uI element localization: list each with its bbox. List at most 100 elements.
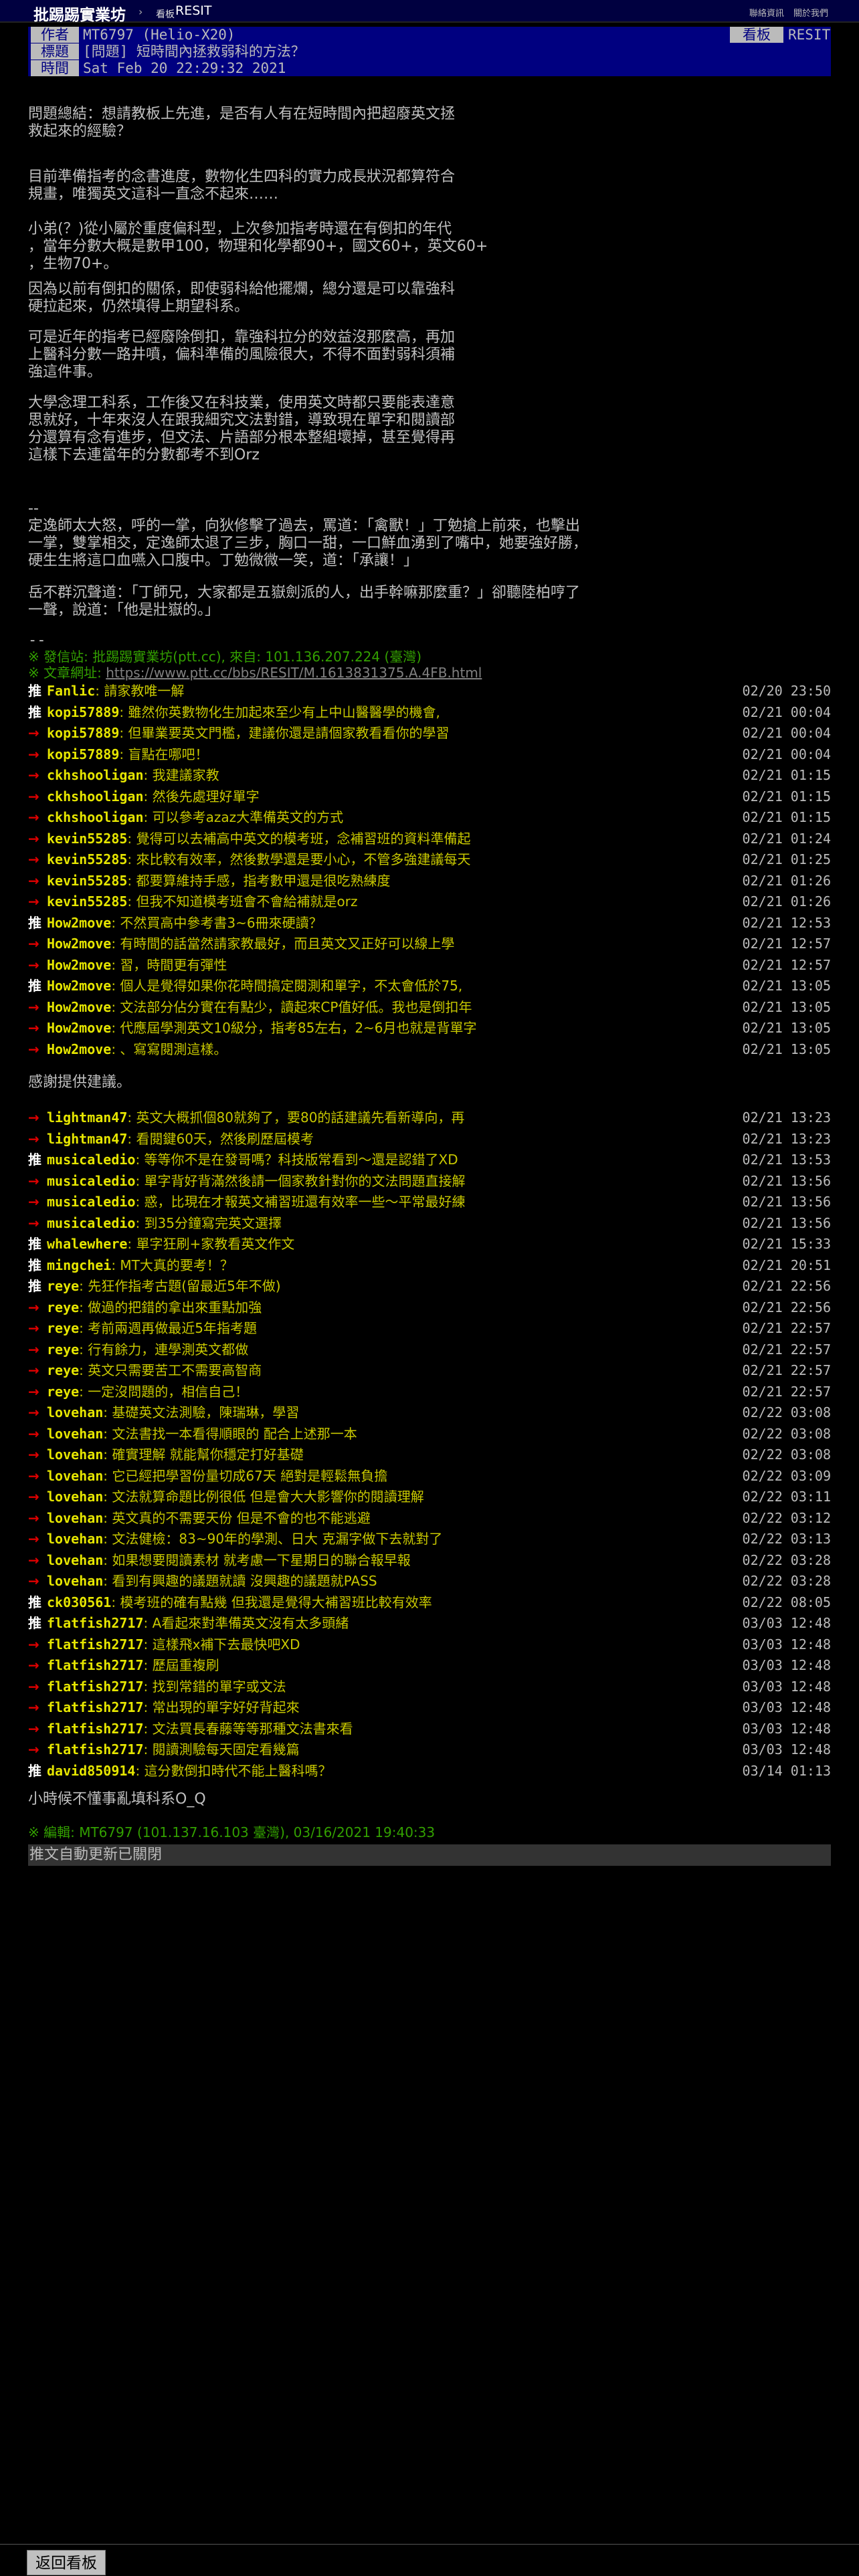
push-content: : 一定沒問題的，相信自己！ xyxy=(79,1383,249,1400)
push-ipdatetime: 02/21 13:05 xyxy=(742,1041,831,1057)
push-content: : 找到常錯的單字或文法 xyxy=(143,1678,286,1695)
push-userid[interactable]: kevin55285 xyxy=(47,851,127,867)
push-row: → lovehan: 它已經把學習份量切成67天 絕對是輕鬆無負擔 02/22 03… xyxy=(28,1466,831,1487)
push-userid[interactable]: reye xyxy=(47,1384,79,1400)
push-content: : 雖然你英數物化生加起來至少有上中山醫醫學的機會, xyxy=(119,704,440,720)
push-userid[interactable]: reye xyxy=(47,1341,79,1358)
body-paragraph-6: 大學念理工科系，工作後又在科技業，使用英文時都只要能表達意 思就好，十年來沒人在… xyxy=(28,395,456,463)
push-userid[interactable]: reye xyxy=(47,1278,79,1294)
push-userid[interactable]: How2move xyxy=(47,1020,111,1036)
push-userid[interactable]: lovehan xyxy=(47,1404,103,1420)
push-userid[interactable]: How2move xyxy=(47,957,111,973)
board-value: RESIT xyxy=(788,27,831,43)
push-content: : 行有餘力，連學測英文都做 xyxy=(79,1341,249,1358)
push-userid[interactable]: flatfish2717 xyxy=(47,1679,144,1695)
push-tag-arrow: → xyxy=(28,956,39,973)
contact-link[interactable]: 聯絡資訊 xyxy=(749,9,784,19)
push-list-2: → lightman47: 英文大概抓個80就夠了，要80的話建議先看新導向，再 0… xyxy=(28,1107,831,1782)
push-userid[interactable]: lovehan xyxy=(47,1510,103,1526)
push-userid[interactable]: ckhshooligan xyxy=(47,767,144,783)
push-row: → lovehan: 如果想要閱讀素材 就考慮一下星期日的聯合報早報 02/22 0… xyxy=(28,1550,831,1572)
push-tag-arrow: → xyxy=(28,1636,39,1652)
push-userid[interactable]: ckhshooligan xyxy=(47,809,144,825)
back-to-board-button[interactable]: 返回看板 xyxy=(27,2550,106,2575)
push-content: : 單字狂刷+家教看英文作文 xyxy=(127,1236,295,1252)
push-userid[interactable]: reye xyxy=(47,1299,79,1315)
push-userid[interactable]: Fanlic xyxy=(47,683,95,699)
push-content: : 常出現的單字好好背起來 xyxy=(143,1699,300,1715)
push-userid[interactable]: flatfish2717 xyxy=(47,1657,144,1673)
push-ipdatetime: 02/21 01:15 xyxy=(742,788,831,804)
push-ipdatetime: 02/21 15:33 xyxy=(742,1236,831,1252)
push-ipdatetime: 03/14 01:13 xyxy=(742,1762,831,1779)
push-userid[interactable]: How2move xyxy=(47,999,111,1015)
push-row: 推 ck030561: 模考班的確有點幾 但我還是覺得大補習班比較有效率 02/22… xyxy=(28,1592,831,1614)
push-ipdatetime: 02/22 03:13 xyxy=(742,1531,831,1547)
push-userid[interactable]: kopi57889 xyxy=(47,725,119,741)
push-content: : 我建議家教 xyxy=(143,767,219,783)
push-content: : 確實理解 就能幫你穩定打好基礎 xyxy=(103,1446,304,1463)
push-userid[interactable]: lovehan xyxy=(47,1489,103,1505)
push-userid[interactable]: musicaledio xyxy=(47,1215,135,1231)
push-userid[interactable]: david850914 xyxy=(47,1763,135,1779)
push-userid[interactable]: musicaledio xyxy=(47,1194,135,1210)
push-row: → kevin55285: 來比較有效率，然後數學還是要小心，不管多強建議每天 02… xyxy=(28,849,831,871)
push-userid[interactable]: lightman47 xyxy=(47,1131,127,1147)
push-userid[interactable]: flatfish2717 xyxy=(47,1615,144,1631)
push-userid[interactable]: mingchei xyxy=(47,1257,111,1273)
title-label: 標題 xyxy=(31,43,79,60)
push-userid[interactable]: lovehan xyxy=(47,1531,103,1547)
push-ipdatetime: 02/21 13:56 xyxy=(742,1172,831,1189)
push-content: : 但我不知道模考班會不會給補就是orz xyxy=(127,893,358,909)
push-userid[interactable]: How2move xyxy=(47,915,111,931)
site-brand-link[interactable]: 批踢踢實業坊 xyxy=(33,2,126,25)
push-tag-up: 推 xyxy=(28,704,41,720)
push-userid[interactable]: lovehan xyxy=(47,1446,103,1463)
push-userid[interactable]: lovehan xyxy=(47,1552,103,1568)
push-ipdatetime: 02/22 03:28 xyxy=(742,1573,831,1589)
push-content: : 來比較有效率，然後數學還是要小心，不管多強建議每天 xyxy=(127,851,471,867)
push-ipdatetime: 02/21 01:15 xyxy=(742,767,831,783)
push-row: → flatfish2717: 文法買長春藤等等那種文法書來看 03/03 12:4… xyxy=(28,1719,831,1740)
push-ipdatetime: 02/21 01:24 xyxy=(742,830,831,847)
push-tag-arrow: → xyxy=(28,809,39,825)
board-label-button[interactable]: 看板 xyxy=(730,27,783,43)
push-ipdatetime: 02/21 01:25 xyxy=(742,851,831,867)
push-userid[interactable]: lovehan xyxy=(47,1426,103,1442)
push-userid[interactable]: reye xyxy=(47,1320,79,1336)
push-content: : 基礎英文法測驗，陳瑞琳，學習 xyxy=(103,1404,300,1420)
push-ipdatetime: 02/22 03:12 xyxy=(742,1509,831,1526)
push-userid[interactable]: flatfish2717 xyxy=(47,1636,144,1652)
push-ipdatetime: 02/22 03:28 xyxy=(742,1551,831,1568)
push-userid[interactable]: kevin55285 xyxy=(47,873,127,889)
push-userid[interactable]: reye xyxy=(47,1362,79,1378)
push-userid[interactable]: lightman47 xyxy=(47,1109,127,1125)
push-userid[interactable]: musicaledio xyxy=(47,1152,135,1168)
push-row: → lightman47: 看閱鍵60天，然後刷歷屆模考 02/21 13:23 xyxy=(28,1129,831,1150)
push-userid[interactable]: How2move xyxy=(47,978,111,994)
push-userid[interactable]: ck030561 xyxy=(47,1594,111,1610)
push-userid[interactable]: musicaledio xyxy=(47,1173,135,1189)
push-userid[interactable]: kopi57889 xyxy=(47,746,119,762)
push-userid[interactable]: How2move xyxy=(47,1041,111,1057)
about-link[interactable]: 關於我們 xyxy=(793,9,828,19)
push-userid[interactable]: kevin55285 xyxy=(47,893,127,909)
push-tag-arrow: → xyxy=(28,1699,39,1715)
push-tag-arrow: → xyxy=(28,936,39,952)
push-userid[interactable]: ckhshooligan xyxy=(47,788,144,804)
push-row: → musicaledio: 單字背好背滿然後請一個家教針對你的文法問題直接解 02… xyxy=(28,1171,831,1192)
push-userid[interactable]: kevin55285 xyxy=(47,831,127,847)
push-row: 推 How2move: 不然買高中參考書3~6冊來硬讀？ 02/21 12:53 xyxy=(28,913,831,934)
push-userid[interactable]: whalewhere xyxy=(47,1236,127,1252)
push-ipdatetime: 02/21 01:26 xyxy=(742,872,831,889)
push-userid[interactable]: How2move xyxy=(47,936,111,952)
push-ipdatetime: 03/03 12:48 xyxy=(742,1657,831,1673)
push-userid[interactable]: flatfish2717 xyxy=(47,1721,144,1737)
article-url-link[interactable]: https://www.ptt.cc/bbs/RESIT/M.161383137… xyxy=(106,665,482,681)
board-name-link[interactable]: RESIT xyxy=(175,3,211,18)
push-userid[interactable]: kopi57889 xyxy=(47,704,119,720)
push-userid[interactable]: lovehan xyxy=(47,1468,103,1484)
push-userid[interactable]: flatfish2717 xyxy=(47,1741,144,1757)
push-userid[interactable]: flatfish2717 xyxy=(47,1699,144,1715)
push-userid[interactable]: lovehan xyxy=(47,1573,103,1589)
